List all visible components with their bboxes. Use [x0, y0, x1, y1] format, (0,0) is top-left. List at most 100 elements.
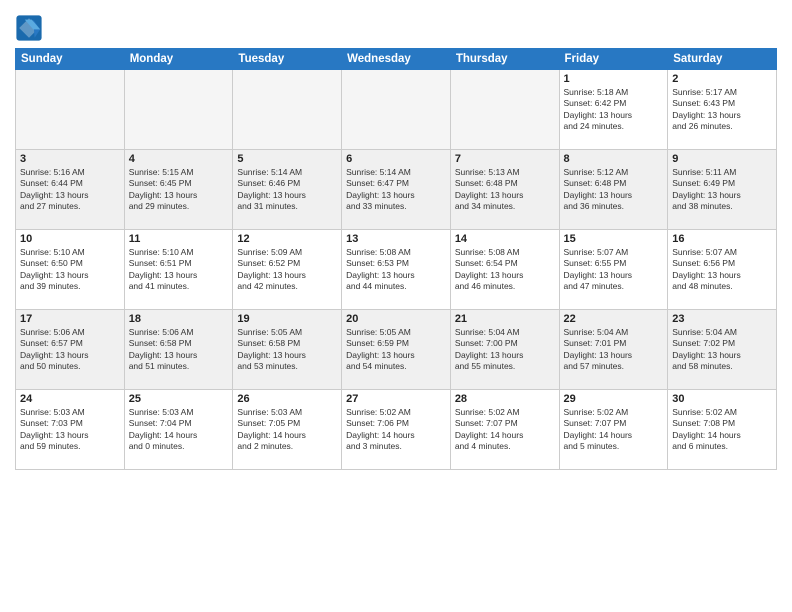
day-number: 21 — [455, 313, 555, 325]
day-number: 12 — [237, 233, 337, 245]
calendar-cell: 22 Sunrise: 5:04 AM Sunset: 7:01 PM Dayli… — [559, 310, 668, 390]
day-info: Sunrise: 5:05 AM Sunset: 6:58 PM Dayligh… — [237, 327, 337, 373]
week-row-5: 24 Sunrise: 5:03 AM Sunset: 7:03 PM Dayli… — [16, 390, 777, 470]
calendar-cell: 10Sunrise: 5:10 AM Sunset: 6:50 PM Dayli… — [16, 230, 125, 310]
page: SundayMondayTuesdayWednesdayThursdayFrid… — [0, 0, 792, 612]
calendar-cell: 3 Sunrise: 5:16 AM Sunset: 6:44 PM Daylig… — [16, 150, 125, 230]
day-number: 9 — [672, 153, 772, 165]
weekday-header-row: SundayMondayTuesdayWednesdayThursdayFrid… — [16, 49, 777, 70]
day-info: Sunrise: 5:17 AM Sunset: 6:43 PM Dayligh… — [672, 87, 772, 133]
calendar-cell: 9 Sunrise: 5:11 AM Sunset: 6:49 PM Daylig… — [668, 150, 777, 230]
day-info: Sunrise: 5:08 AM Sunset: 6:53 PM Dayligh… — [346, 247, 446, 293]
calendar-cell: 8 Sunrise: 5:12 AM Sunset: 6:48 PM Daylig… — [559, 150, 668, 230]
day-number: 17 — [20, 313, 120, 325]
day-info: Sunrise: 5:07 AM Sunset: 6:56 PM Dayligh… — [672, 247, 772, 293]
calendar-cell — [124, 70, 233, 150]
day-number: 3 — [20, 153, 120, 165]
day-number: 14 — [455, 233, 555, 245]
day-number: 18 — [129, 313, 229, 325]
calendar-cell — [233, 70, 342, 150]
day-info: Sunrise: 5:02 AM Sunset: 7:07 PM Dayligh… — [455, 407, 555, 453]
day-info: Sunrise: 5:02 AM Sunset: 7:07 PM Dayligh… — [564, 407, 664, 453]
calendar-cell: 19 Sunrise: 5:05 AM Sunset: 6:58 PM Dayli… — [233, 310, 342, 390]
weekday-header-thursday: Thursday — [450, 49, 559, 70]
week-row-3: 10Sunrise: 5:10 AM Sunset: 6:50 PM Dayli… — [16, 230, 777, 310]
day-info: Sunrise: 5:05 AM Sunset: 6:59 PM Dayligh… — [346, 327, 446, 373]
day-info: Sunrise: 5:06 AM Sunset: 6:58 PM Dayligh… — [129, 327, 229, 373]
day-info: Sunrise: 5:14 AM Sunset: 6:47 PM Dayligh… — [346, 167, 446, 213]
day-number: 8 — [564, 153, 664, 165]
day-number: 27 — [346, 393, 446, 405]
day-number: 2 — [672, 73, 772, 85]
week-row-1: 1 Sunrise: 5:18 AM Sunset: 6:42 PM Daylig… — [16, 70, 777, 150]
day-info: Sunrise: 5:15 AM Sunset: 6:45 PM Dayligh… — [129, 167, 229, 213]
calendar-cell: 30 Sunrise: 5:02 AM Sunset: 7:08 PM Dayli… — [668, 390, 777, 470]
logo — [15, 14, 47, 42]
calendar-cell: 13 Sunrise: 5:08 AM Sunset: 6:53 PM Dayli… — [342, 230, 451, 310]
header — [15, 10, 777, 42]
logo-icon — [15, 14, 43, 42]
calendar-cell: 4Sunrise: 5:15 AM Sunset: 6:45 PM Daylig… — [124, 150, 233, 230]
weekday-header-monday: Monday — [124, 49, 233, 70]
day-number: 26 — [237, 393, 337, 405]
day-number: 30 — [672, 393, 772, 405]
day-number: 29 — [564, 393, 664, 405]
calendar-cell: 16 Sunrise: 5:07 AM Sunset: 6:56 PM Dayli… — [668, 230, 777, 310]
calendar: SundayMondayTuesdayWednesdayThursdayFrid… — [15, 48, 777, 470]
weekday-header-saturday: Saturday — [668, 49, 777, 70]
weekday-header-friday: Friday — [559, 49, 668, 70]
day-info: Sunrise: 5:18 AM Sunset: 6:42 PM Dayligh… — [564, 87, 664, 133]
weekday-header-sunday: Sunday — [16, 49, 125, 70]
calendar-cell: 23Sunrise: 5:04 AM Sunset: 7:02 PM Dayli… — [668, 310, 777, 390]
calendar-cell: 17 Sunrise: 5:06 AM Sunset: 6:57 PM Dayli… — [16, 310, 125, 390]
calendar-cell: 27Sunrise: 5:02 AM Sunset: 7:06 PM Dayli… — [342, 390, 451, 470]
calendar-cell: 12 Sunrise: 5:09 AM Sunset: 6:52 PM Dayli… — [233, 230, 342, 310]
day-number: 16 — [672, 233, 772, 245]
calendar-cell: 18 Sunrise: 5:06 AM Sunset: 6:58 PM Dayli… — [124, 310, 233, 390]
calendar-cell — [450, 70, 559, 150]
calendar-cell — [16, 70, 125, 150]
calendar-cell: 11Sunrise: 5:10 AM Sunset: 6:51 PM Dayli… — [124, 230, 233, 310]
day-number: 22 — [564, 313, 664, 325]
day-number: 24 — [20, 393, 120, 405]
calendar-cell: 21 Sunrise: 5:04 AM Sunset: 7:00 PM Dayli… — [450, 310, 559, 390]
day-info: Sunrise: 5:03 AM Sunset: 7:04 PM Dayligh… — [129, 407, 229, 453]
day-number: 25 — [129, 393, 229, 405]
weekday-header-wednesday: Wednesday — [342, 49, 451, 70]
day-info: Sunrise: 5:04 AM Sunset: 7:00 PM Dayligh… — [455, 327, 555, 373]
calendar-cell: 24 Sunrise: 5:03 AM Sunset: 7:03 PM Dayli… — [16, 390, 125, 470]
calendar-cell: 7 Sunrise: 5:13 AM Sunset: 6:48 PM Daylig… — [450, 150, 559, 230]
calendar-cell: 25 Sunrise: 5:03 AM Sunset: 7:04 PM Dayli… — [124, 390, 233, 470]
week-row-4: 17 Sunrise: 5:06 AM Sunset: 6:57 PM Dayli… — [16, 310, 777, 390]
calendar-cell: 26Sunrise: 5:03 AM Sunset: 7:05 PM Dayli… — [233, 390, 342, 470]
calendar-cell: 28 Sunrise: 5:02 AM Sunset: 7:07 PM Dayli… — [450, 390, 559, 470]
day-number: 6 — [346, 153, 446, 165]
day-number: 13 — [346, 233, 446, 245]
day-number: 7 — [455, 153, 555, 165]
day-info: Sunrise: 5:04 AM Sunset: 7:01 PM Dayligh… — [564, 327, 664, 373]
day-number: 20 — [346, 313, 446, 325]
day-info: Sunrise: 5:08 AM Sunset: 6:54 PM Dayligh… — [455, 247, 555, 293]
day-info: Sunrise: 5:09 AM Sunset: 6:52 PM Dayligh… — [237, 247, 337, 293]
calendar-cell: 2 Sunrise: 5:17 AM Sunset: 6:43 PM Daylig… — [668, 70, 777, 150]
calendar-cell: 5Sunrise: 5:14 AM Sunset: 6:46 PM Daylig… — [233, 150, 342, 230]
calendar-cell: 14 Sunrise: 5:08 AM Sunset: 6:54 PM Dayli… — [450, 230, 559, 310]
day-info: Sunrise: 5:12 AM Sunset: 6:48 PM Dayligh… — [564, 167, 664, 213]
day-info: Sunrise: 5:02 AM Sunset: 7:08 PM Dayligh… — [672, 407, 772, 453]
day-number: 5 — [237, 153, 337, 165]
day-info: Sunrise: 5:07 AM Sunset: 6:55 PM Dayligh… — [564, 247, 664, 293]
day-number: 19 — [237, 313, 337, 325]
day-info: Sunrise: 5:11 AM Sunset: 6:49 PM Dayligh… — [672, 167, 772, 213]
calendar-cell: 6 Sunrise: 5:14 AM Sunset: 6:47 PM Daylig… — [342, 150, 451, 230]
day-number: 15 — [564, 233, 664, 245]
day-info: Sunrise: 5:13 AM Sunset: 6:48 PM Dayligh… — [455, 167, 555, 213]
calendar-cell: 29 Sunrise: 5:02 AM Sunset: 7:07 PM Dayli… — [559, 390, 668, 470]
day-number: 28 — [455, 393, 555, 405]
day-info: Sunrise: 5:03 AM Sunset: 7:03 PM Dayligh… — [20, 407, 120, 453]
calendar-cell — [342, 70, 451, 150]
day-info: Sunrise: 5:06 AM Sunset: 6:57 PM Dayligh… — [20, 327, 120, 373]
day-number: 1 — [564, 73, 664, 85]
calendar-cell: 15 Sunrise: 5:07 AM Sunset: 6:55 PM Dayli… — [559, 230, 668, 310]
day-info: Sunrise: 5:10 AM Sunset: 6:51 PM Dayligh… — [129, 247, 229, 293]
day-info: Sunrise: 5:16 AM Sunset: 6:44 PM Dayligh… — [20, 167, 120, 213]
